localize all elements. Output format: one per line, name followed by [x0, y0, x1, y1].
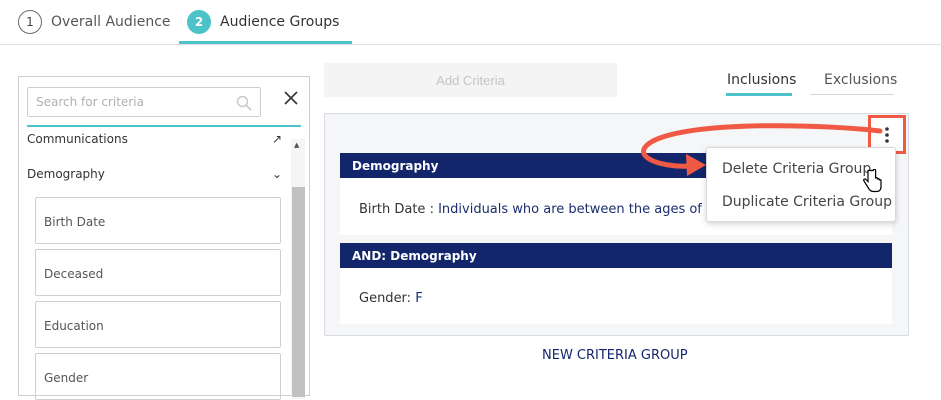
annotation-arrow-icon	[641, 123, 883, 176]
hand-cursor-icon	[863, 169, 882, 193]
new-criteria-group-link[interactable]: NEW CRITERIA GROUP	[542, 348, 688, 363]
